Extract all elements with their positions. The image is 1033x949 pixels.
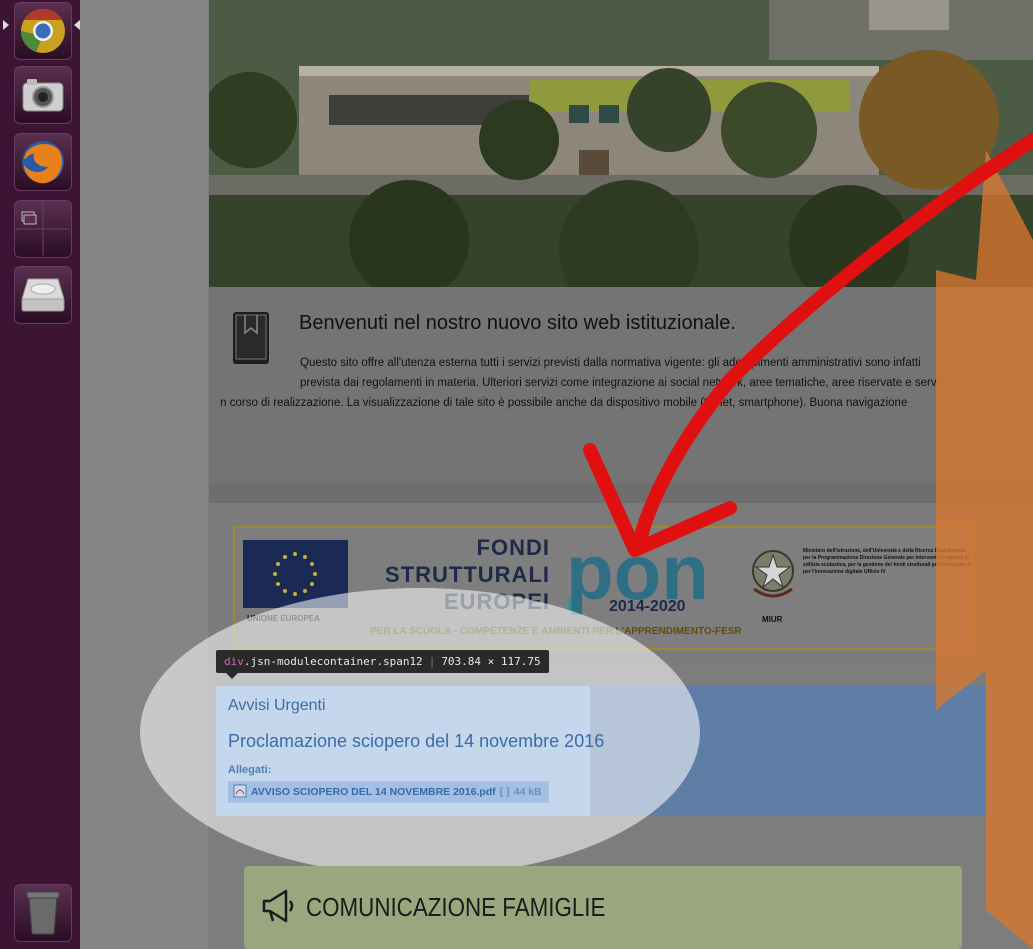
workspace-switcher-icon	[16, 202, 70, 256]
attachment-link[interactable]: AVVISO SCIOPERO DEL 14 NOVEMBRE 2016.pdf…	[228, 781, 549, 803]
welcome-text-line: Questo sito offre all'utenza esterna tut…	[300, 357, 921, 369]
miur-label: MIUR	[762, 615, 783, 624]
allegati-label: Allegati:	[228, 764, 272, 776]
attachment-brackets: [ ]	[499, 786, 510, 798]
eu-flag-icon	[243, 540, 348, 608]
tooltip-classes: .jsn-modulecontainer.span12	[243, 655, 423, 668]
launcher-disk[interactable]	[14, 266, 72, 324]
italian-emblem-icon	[748, 545, 798, 605]
miur-description: Ministero dell'Istruzione, dell'Universi…	[803, 548, 972, 575]
trash-icon	[23, 888, 63, 938]
attachment-name: AVVISO SCIOPERO DEL 14 NOVEMBRE 2016.pdf	[251, 786, 496, 798]
active-indicator-left	[3, 20, 9, 30]
launcher-trash[interactable]	[14, 884, 72, 942]
fondi-line: STRUTTURALI	[385, 562, 550, 587]
welcome-text-line: prevista dai regolamenti in materia. Ult…	[300, 377, 937, 389]
firefox-icon	[18, 137, 68, 187]
devtools-inspect-tooltip: div.jsn-modulecontainer.span12 | 703.84 × …	[216, 650, 549, 673]
tooltip-arrow	[226, 673, 238, 679]
avvisi-title: Avvisi Urgenti	[228, 697, 326, 714]
unity-launcher	[0, 0, 80, 949]
hero-school-image	[209, 0, 1033, 287]
avvisi-module-shaded	[590, 686, 992, 816]
pon-years: 2014-2020	[609, 598, 686, 615]
comunicazione-title: COMUNICAZIONE FAMIGLIE	[306, 892, 606, 922]
tooltip-tag: div	[224, 655, 244, 668]
page-left-margin	[80, 0, 208, 949]
megaphone-icon	[260, 889, 300, 925]
attachment-size: 44 kB	[513, 786, 542, 798]
camera-icon	[21, 75, 65, 115]
eu-label: UNIONE EUROPEA	[247, 614, 320, 623]
welcome-text-line: o in corso di realizzazione. La visualiz…	[220, 397, 908, 409]
launcher-chrome[interactable]	[14, 2, 72, 60]
welcome-text: Questo sito offre all'utenza esterna tut…	[220, 353, 1033, 413]
tooltip-size: 703.84 × 117.75	[441, 655, 541, 668]
launcher-workspaces[interactable]	[14, 200, 72, 258]
launcher-firefox[interactable]	[14, 133, 72, 191]
fondi-line: FONDI	[476, 535, 550, 560]
pdf-icon	[233, 784, 247, 801]
chrome-icon	[18, 6, 68, 56]
launcher-camera[interactable]	[14, 66, 72, 124]
welcome-title: Benvenuti nel nostro nuovo sito web isti…	[299, 312, 736, 334]
disk-drive-icon	[18, 273, 68, 317]
pon-subtitle: PER LA SCUOLA - COMPETENZE E AMBIENTI PE…	[370, 626, 742, 637]
section-divider	[209, 483, 1033, 503]
avvisi-headline-link[interactable]: Proclamazione sciopero del 14 novembre 2…	[228, 731, 604, 752]
fondi-strutturali-logo: FONDI STRUTTURALI EUROPEI	[360, 534, 550, 615]
fondi-line: EUROPEI	[443, 589, 550, 614]
